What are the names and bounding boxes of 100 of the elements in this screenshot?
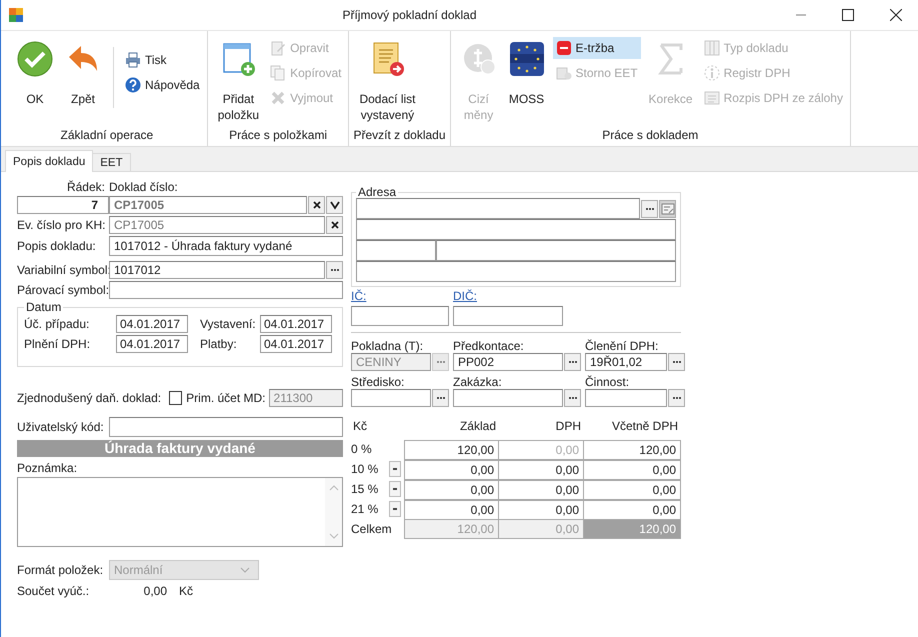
table-cell[interactable]: 120,00 xyxy=(404,440,499,460)
field-label: Variabilní symbol: xyxy=(17,263,109,277)
field-label: Zjednodušený daň. doklad: xyxy=(17,391,162,405)
ribbon-button[interactable]: Přidat položku xyxy=(212,35,266,126)
total-label: Celkem xyxy=(351,522,393,536)
field-label: Poznámka: xyxy=(17,461,78,475)
rate-dropdown-button[interactable] xyxy=(389,461,401,477)
dash-icon xyxy=(393,468,397,470)
dic-link[interactable]: DIČ: xyxy=(453,289,477,303)
info-icon xyxy=(704,65,720,81)
more-button[interactable] xyxy=(641,200,658,218)
field-label: Doklad číslo: xyxy=(109,180,178,194)
clear-button[interactable] xyxy=(326,216,343,234)
table-cell[interactable]: 0,00 xyxy=(498,460,584,480)
ribbon-button[interactable]: E-tržba xyxy=(552,37,641,59)
field-label: Platby: xyxy=(199,337,238,351)
table-cell[interactable]: 0,00 xyxy=(404,460,499,480)
more-button[interactable] xyxy=(564,353,581,371)
address-field[interactable] xyxy=(356,198,640,219)
group-label: Práce s dokladem xyxy=(601,127,700,144)
text-field[interactable] xyxy=(109,281,343,299)
vat-rate-label: 21 % xyxy=(351,502,378,516)
ribbon-button[interactable]: Tisk xyxy=(122,49,203,71)
ribbon-button[interactable]: OK xyxy=(11,35,59,126)
total-cell: 120,00 xyxy=(404,519,499,539)
date-field[interactable]: 04.01.2017 xyxy=(116,315,188,333)
field-label: Ev. číslo pro KH: xyxy=(17,218,106,232)
row-number-field: 7 xyxy=(17,196,109,214)
maximize-icon[interactable] xyxy=(842,9,854,21)
table-cell[interactable]: 0,00 xyxy=(583,480,681,500)
field-label: Vystavení: xyxy=(199,317,257,331)
field-label: Plnění DPH: xyxy=(24,337,92,351)
address-field[interactable] xyxy=(356,219,676,240)
text-field[interactable] xyxy=(109,417,343,437)
text-field[interactable] xyxy=(585,389,667,407)
date-field[interactable]: 04.01.2017 xyxy=(260,315,332,333)
close-icon[interactable] xyxy=(890,9,902,21)
edit-icon xyxy=(270,40,286,56)
rate-dropdown-button[interactable] xyxy=(389,481,401,497)
table-cell[interactable]: 120,00 xyxy=(583,440,681,460)
table-cell[interactable]: 0,00 xyxy=(583,460,681,480)
more-button[interactable] xyxy=(668,389,685,407)
stack-icon xyxy=(556,65,572,81)
columns-icon xyxy=(704,40,720,56)
rate-dropdown-button[interactable] xyxy=(389,501,401,517)
close-icon xyxy=(328,219,340,231)
field-label: Činnost: xyxy=(585,375,630,389)
group-label: Základní operace xyxy=(59,127,154,144)
text-field[interactable]: 19Ř01,02 xyxy=(585,353,667,371)
ribbon-button[interactable]: MOSS xyxy=(502,35,551,126)
field-label: Předkontace: xyxy=(453,339,525,353)
column-header: Kč xyxy=(352,419,368,435)
tab[interactable]: EET xyxy=(92,153,131,171)
text-field[interactable]: 1017012 - Úhrada faktury vydané xyxy=(109,236,343,256)
list-icon xyxy=(704,90,720,106)
more-button[interactable] xyxy=(668,353,685,371)
clear-button[interactable] xyxy=(308,196,325,214)
ic-link[interactable]: IČ: xyxy=(351,289,366,303)
field-label: Řádek: xyxy=(66,180,106,194)
document-number-field[interactable]: CP17005 xyxy=(109,196,307,214)
address-field[interactable] xyxy=(356,240,436,261)
column-header: Základ xyxy=(458,419,497,435)
more-button[interactable] xyxy=(326,261,343,279)
ribbon-button[interactable]: Zpět xyxy=(59,35,107,126)
ribbon-button[interactable]: Nápověda xyxy=(122,74,203,96)
group-title: Adresa xyxy=(357,186,398,198)
sum-value: 0,00 xyxy=(142,584,167,598)
checkbox[interactable] xyxy=(169,391,182,405)
table-cell[interactable]: 0,00 xyxy=(404,480,499,500)
text-field[interactable]: PP002 xyxy=(453,353,563,371)
printer-icon xyxy=(125,52,141,68)
address-field[interactable] xyxy=(356,261,676,282)
vat-rate-label: 10 % xyxy=(351,462,378,476)
ribbon-button[interactable]: Dodací list vystavený xyxy=(353,35,422,126)
vat-rate-label: 0 % xyxy=(351,442,372,456)
note-field[interactable] xyxy=(17,477,343,547)
text-field[interactable]: CP17005 xyxy=(109,216,325,234)
date-field[interactable]: 04.01.2017 xyxy=(116,335,188,353)
field-label: Úč. případu: xyxy=(24,317,90,331)
description-banner: Úhrada faktury vydané xyxy=(17,440,343,457)
dash-icon xyxy=(393,508,397,510)
chevron-down-icon xyxy=(240,567,250,573)
text-field[interactable] xyxy=(453,389,563,407)
text-field[interactable]: 1017012 xyxy=(109,261,325,279)
text-field[interactable] xyxy=(351,389,431,407)
date-field[interactable]: 04.01.2017 xyxy=(260,335,332,353)
group-label: Práce s položkami xyxy=(228,127,328,144)
more-button[interactable] xyxy=(432,389,449,407)
more-button[interactable] xyxy=(564,389,581,407)
text-field[interactable] xyxy=(351,306,449,326)
table-cell[interactable]: 0,00 xyxy=(498,480,584,500)
dropdown-button[interactable] xyxy=(326,196,343,214)
field-label: Popis dokladu: xyxy=(17,239,97,253)
text-field[interactable] xyxy=(453,306,563,326)
field-label: Pokladna (T): xyxy=(351,339,424,353)
tab[interactable]: Popis dokladu xyxy=(5,150,94,172)
address-field[interactable] xyxy=(436,240,676,261)
dash-icon xyxy=(393,488,397,490)
total-cell: 0,00 xyxy=(498,519,584,539)
field-label: Formát položek: xyxy=(17,563,104,577)
